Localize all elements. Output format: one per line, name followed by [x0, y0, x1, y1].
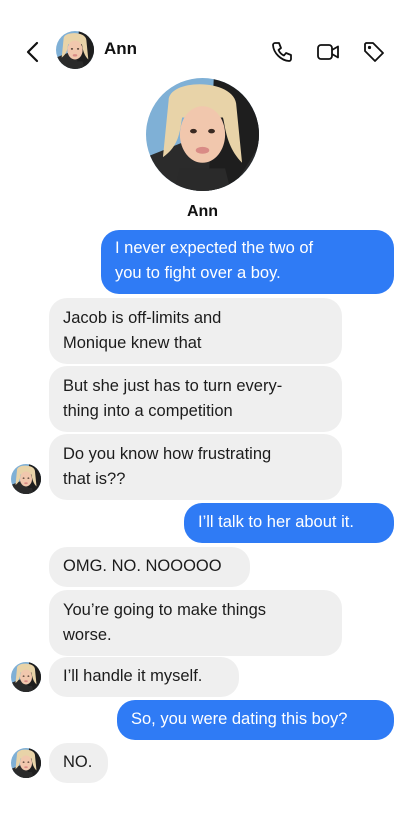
- tag-icon[interactable]: [362, 40, 386, 64]
- message-bubble-incoming[interactable]: You’re going to make things worse.: [49, 590, 342, 656]
- profile-name: Ann: [186, 203, 219, 220]
- video-camera-icon[interactable]: [316, 40, 340, 64]
- message-bubble-incoming[interactable]: OMG. NO. NOOOOO: [49, 547, 250, 587]
- message-bubble-incoming[interactable]: I’ll handle it myself.: [49, 657, 239, 697]
- message-bubble-incoming[interactable]: Do you know how frustrating that is??: [49, 434, 342, 500]
- profile-avatar[interactable]: [146, 78, 259, 191]
- chat-header: Ann: [0, 28, 405, 72]
- avatar: [11, 748, 41, 778]
- phone-icon[interactable]: [270, 40, 294, 64]
- message-bubble-outgoing[interactable]: I’ll talk to her about it.: [184, 503, 394, 543]
- message-bubble-outgoing[interactable]: I never expected the two of you to fight…: [101, 230, 394, 294]
- message-bubble-outgoing[interactable]: So, you were dating this boy?: [117, 700, 394, 740]
- avatar: [11, 662, 41, 692]
- contact-name[interactable]: Ann: [104, 39, 137, 59]
- message-bubble-incoming[interactable]: NO.: [49, 743, 108, 783]
- avatar[interactable]: [56, 31, 94, 69]
- message-bubble-incoming[interactable]: But she just has to turn every- thing in…: [49, 366, 342, 432]
- avatar: [11, 464, 41, 494]
- back-chevron-icon[interactable]: [22, 40, 44, 64]
- message-bubble-incoming[interactable]: Jacob is off-limits and Monique knew tha…: [49, 298, 342, 364]
